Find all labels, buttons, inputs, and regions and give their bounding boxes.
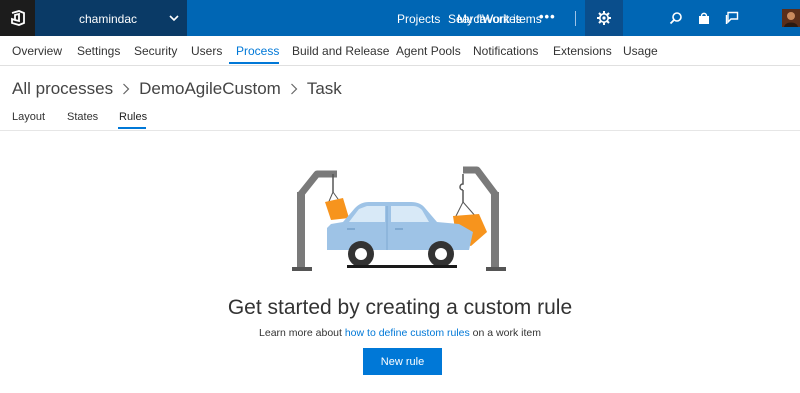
breadcrumb-process[interactable]: DemoAgileCustom	[139, 79, 281, 99]
work-items-link[interactable]: Work items	[482, 12, 542, 26]
tab-users[interactable]: Users	[191, 44, 222, 58]
tab-process[interactable]: Process	[236, 44, 279, 58]
gear-icon	[595, 9, 613, 27]
chevron-right-icon	[290, 83, 298, 95]
tab-overview[interactable]: Overview	[12, 44, 62, 58]
chevron-down-icon	[169, 15, 179, 22]
topbar-divider	[575, 11, 576, 26]
feedback-icon[interactable]	[723, 9, 741, 27]
empty-state-description: Learn more about how to define custom ru…	[0, 327, 800, 339]
projects-link[interactable]: Projects	[397, 12, 440, 26]
top-bar: chamindac Projects Search My favorites W…	[0, 0, 800, 36]
define-custom-rules-link[interactable]: how to define custom rules	[345, 327, 470, 339]
tab-notifications[interactable]: Notifications	[473, 44, 538, 58]
breadcrumb-all-processes[interactable]: All processes	[12, 79, 113, 99]
tab-security[interactable]: Security	[134, 44, 177, 58]
account-switcher[interactable]: chamindac	[35, 0, 187, 36]
tab-layout[interactable]: Layout	[12, 111, 45, 123]
tab-agent-pools[interactable]: Agent Pools	[396, 44, 461, 58]
avatar[interactable]	[782, 9, 800, 27]
shopping-bag-icon[interactable]	[695, 9, 713, 27]
tab-settings[interactable]: Settings	[77, 44, 120, 58]
description-prefix: Learn more about	[259, 327, 345, 339]
car-repair-illustration	[292, 166, 506, 271]
vsts-logo-button[interactable]	[0, 0, 35, 36]
active-subtab-indicator	[118, 127, 146, 129]
description-suffix: on a work item	[469, 327, 541, 339]
breadcrumb: All processes DemoAgileCustom Task	[12, 77, 342, 101]
active-tab-indicator	[229, 62, 279, 64]
breadcrumb-work-item-type: Task	[306, 79, 342, 98]
search-icon[interactable]	[667, 9, 685, 27]
tab-extensions[interactable]: Extensions	[553, 44, 612, 58]
more-menu-button[interactable]: •••	[539, 9, 556, 24]
vsts-logo-icon	[10, 10, 25, 26]
chevron-right-icon	[122, 83, 130, 95]
divider	[0, 130, 800, 131]
tab-build-and-release[interactable]: Build and Release	[292, 44, 389, 58]
empty-state-title: Get started by creating a custom rule	[227, 296, 573, 319]
tab-states[interactable]: States	[67, 111, 98, 123]
new-rule-button[interactable]: New rule	[363, 348, 442, 375]
tab-rules[interactable]: Rules	[119, 111, 147, 123]
tab-usage[interactable]: Usage	[623, 44, 658, 58]
admin-nav: Overview Settings Security Users Process…	[0, 36, 800, 66]
account-name: chamindac	[79, 12, 138, 26]
